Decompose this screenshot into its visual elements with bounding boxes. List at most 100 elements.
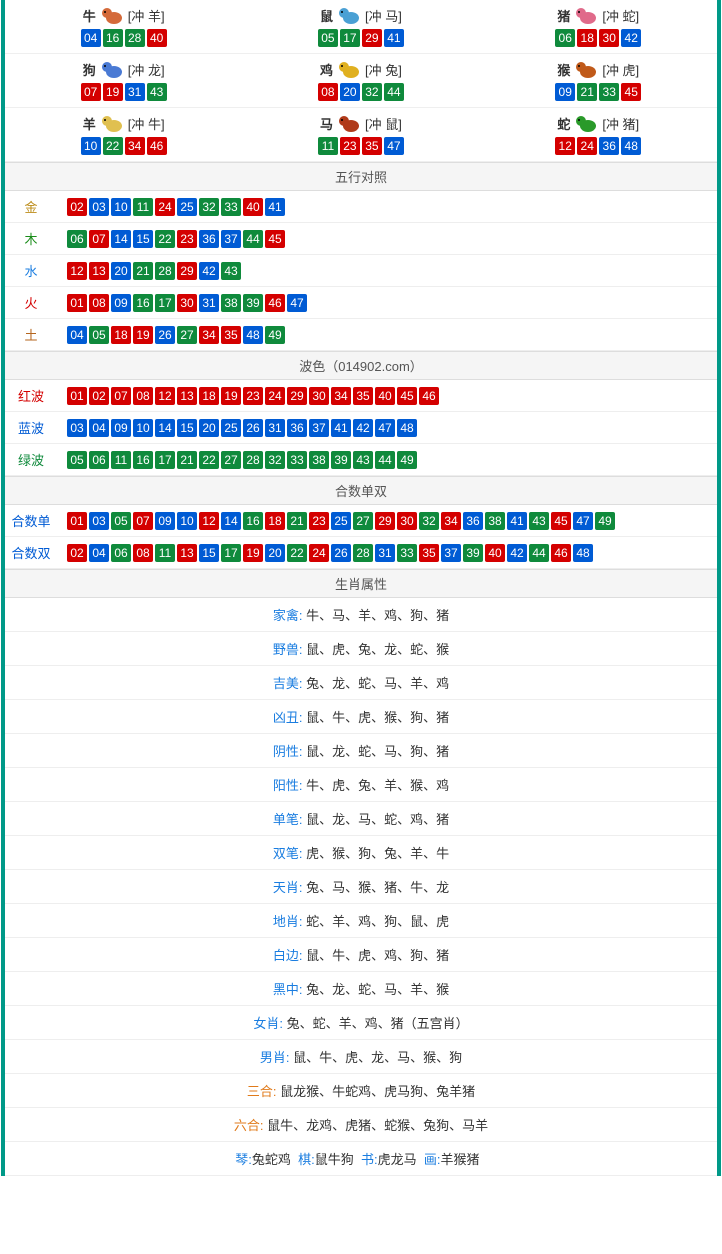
row-numbers: 0108091617303138394647: [63, 294, 711, 312]
number-ball: 42: [353, 419, 373, 437]
zodiac-name: 鼠: [320, 6, 333, 25]
attr-value: 鼠、龙、蛇、马、狗、猪: [306, 744, 449, 759]
number-ball: 20: [340, 83, 360, 101]
number-ball: 19: [103, 83, 123, 101]
number-ball: 48: [243, 326, 263, 344]
zodiac-icon: [335, 112, 363, 134]
zodiac-title: 蛇[冲 猪]: [480, 112, 717, 134]
row-numbers: 0103050709101214161821232527293032343638…: [63, 512, 711, 530]
attr-label: 男肖:: [260, 1050, 293, 1065]
number-ball: 42: [199, 262, 219, 280]
row-numbers: 0102070812131819232429303435404546: [63, 387, 711, 405]
attr-label: 野兽:: [273, 642, 306, 657]
number-ball: 17: [155, 451, 175, 469]
number-ball: 11: [111, 451, 131, 469]
number-ball: 30: [599, 29, 619, 47]
number-ball: 03: [89, 198, 109, 216]
number-ball: 29: [362, 29, 382, 47]
number-ball: 11: [155, 544, 175, 562]
attr-row: 吉美: 兔、龙、蛇、马、羊、鸡: [5, 666, 717, 700]
number-ball: 19: [221, 387, 241, 405]
attr-row: 野兽: 鼠、虎、兔、龙、蛇、猴: [5, 632, 717, 666]
attr-footer-value: 兔蛇鸡: [252, 1152, 291, 1167]
number-ball: 23: [177, 230, 197, 248]
number-ball: 05: [318, 29, 338, 47]
zodiac-cell: 牛[冲 羊]04162840: [5, 0, 242, 54]
number-ball: 04: [89, 419, 109, 437]
number-ball: 02: [67, 544, 87, 562]
row-numbers: 04051819262734354849: [63, 326, 711, 344]
attr-footer-label: 琴:: [235, 1152, 252, 1167]
zodiac-title: 狗[冲 龙]: [5, 58, 242, 80]
row-label: 绿波: [5, 444, 57, 476]
zodiac-name: 牛: [83, 6, 96, 25]
number-ball: 10: [177, 512, 197, 530]
row-label: 合数双: [5, 537, 57, 569]
number-ball: 24: [265, 387, 285, 405]
attr-value: 兔、马、猴、猪、牛、龙: [306, 880, 449, 895]
attr-value: 兔、龙、蛇、马、羊、鸡: [306, 676, 449, 691]
number-ball: 15: [177, 419, 197, 437]
number-ball: 30: [397, 512, 417, 530]
number-ball: 04: [67, 326, 87, 344]
number-ball: 13: [89, 262, 109, 280]
number-ball: 36: [463, 512, 483, 530]
number-ball: 11: [318, 137, 338, 155]
zodiac-icon: [572, 58, 600, 80]
number-ball: 12: [199, 512, 219, 530]
number-ball: 08: [318, 83, 338, 101]
number-ball: 39: [463, 544, 483, 562]
number-ball: 37: [221, 230, 241, 248]
bose-table: 红波0102070812131819232429303435404546蓝波03…: [5, 380, 717, 476]
number-ball: 36: [599, 137, 619, 155]
zodiac-cell: 鸡[冲 兔]08203244: [242, 54, 479, 108]
zodiac-cell: 猪[冲 蛇]06183042: [480, 0, 717, 54]
number-ball: 40: [485, 544, 505, 562]
number-ball: 23: [340, 137, 360, 155]
number-ball: 08: [133, 387, 153, 405]
number-ball: 01: [67, 387, 87, 405]
zodiac-name: 羊: [83, 114, 96, 133]
number-ball: 23: [309, 512, 329, 530]
number-ball: 34: [441, 512, 461, 530]
number-ball: 43: [353, 451, 373, 469]
zodiac-icon: [335, 4, 363, 26]
number-ball: 25: [221, 419, 241, 437]
row-numbers: 02031011242532334041: [63, 198, 711, 216]
zodiac-name: 猴: [557, 60, 570, 79]
number-ball: 19: [243, 544, 263, 562]
attr-row: 黑中: 兔、龙、蛇、马、羊、猴: [5, 972, 717, 1006]
zodiac-clash: [冲 猪]: [602, 114, 639, 133]
number-ball: 32: [199, 198, 219, 216]
number-ball: 39: [331, 451, 351, 469]
number-ball: 26: [331, 544, 351, 562]
number-ball: 48: [397, 419, 417, 437]
table-row: 合数双0204060811131517192022242628313335373…: [5, 537, 717, 569]
number-ball: 39: [243, 294, 263, 312]
number-ball: 15: [133, 230, 153, 248]
table-row: 火0108091617303138394647: [5, 287, 717, 319]
zodiac-numbers: 09213345: [480, 83, 717, 101]
number-ball: 20: [111, 262, 131, 280]
zodiac-icon: [98, 58, 126, 80]
number-ball: 45: [621, 83, 641, 101]
number-ball: 18: [111, 326, 131, 344]
attr-value: 蛇、羊、鸡、狗、鼠、虎: [306, 914, 449, 929]
heshu-header: 合数单双: [5, 476, 717, 505]
attr-value: 鼠、虎、兔、龙、蛇、猴: [306, 642, 449, 657]
number-ball: 16: [133, 451, 153, 469]
number-ball: 17: [340, 29, 360, 47]
attr-footer-label: 画:: [424, 1152, 441, 1167]
number-ball: 02: [67, 198, 87, 216]
number-ball: 22: [103, 137, 123, 155]
number-ball: 07: [89, 230, 109, 248]
zodiac-cell: 马[冲 鼠]11233547: [242, 108, 479, 162]
number-ball: 14: [111, 230, 131, 248]
attr-value: 兔、龙、蛇、马、羊、猴: [306, 982, 449, 997]
number-ball: 25: [331, 512, 351, 530]
number-ball: 01: [67, 512, 87, 530]
table-row: 合数单0103050709101214161821232527293032343…: [5, 505, 717, 537]
number-ball: 01: [67, 294, 87, 312]
number-ball: 09: [111, 294, 131, 312]
number-ball: 46: [265, 294, 285, 312]
